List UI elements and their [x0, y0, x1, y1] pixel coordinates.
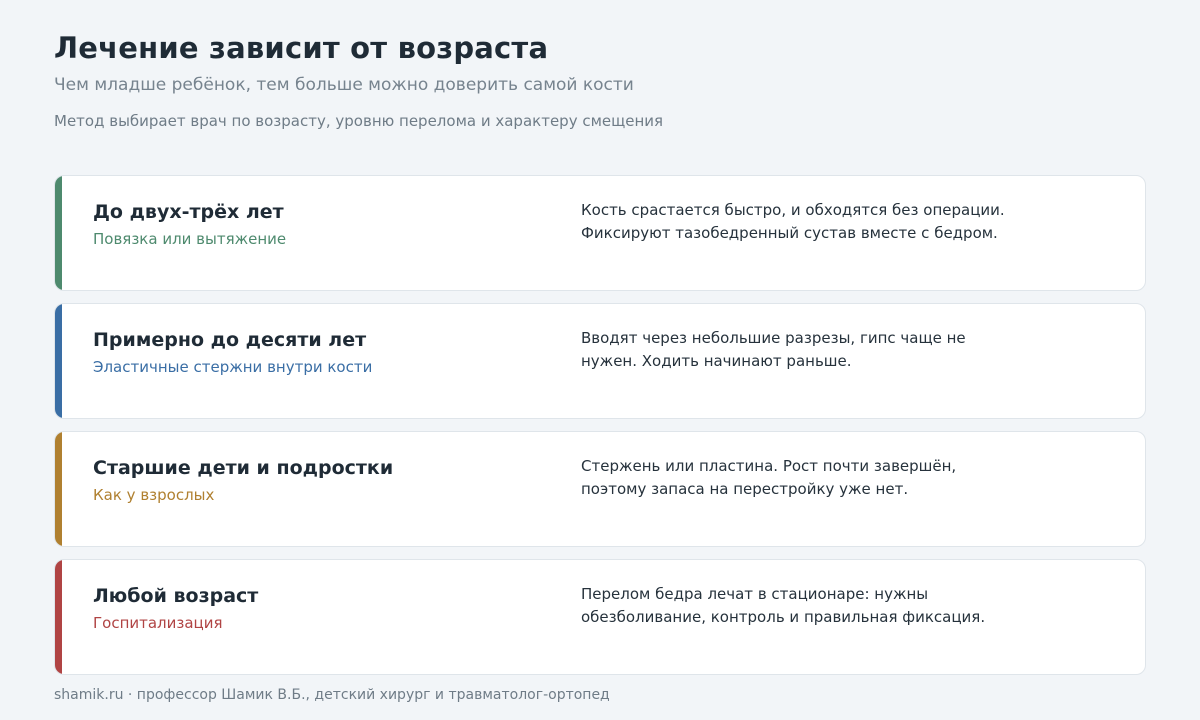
- card-description: Кость срастается быстро, и обходятся без…: [581, 201, 1005, 242]
- card-accent-bar: [55, 560, 62, 674]
- card-description: Стержень или пластина. Рост почти заверш…: [581, 457, 957, 498]
- card-description: Вводят через небольшие разрезы, гипс чащ…: [581, 329, 966, 370]
- card-accent-bar: [55, 176, 62, 290]
- age-cards-list: До двух-трёх лет Повязка или вытяжение К…: [54, 175, 1146, 687]
- card-method: Повязка или вытяжение: [93, 230, 287, 248]
- page-subtitle: Чем младше ребёнок, тем больше можно дов…: [54, 75, 634, 95]
- card-accent-bar: [55, 432, 62, 546]
- card-method: Как у взрослых: [93, 486, 215, 504]
- card-method: Эластичные стержни внутри кости: [93, 358, 373, 376]
- age-card-any: Любой возраст Госпитализация Перелом бед…: [54, 559, 1146, 675]
- age-card-teen: Старшие дети и подростки Как у взрослых …: [54, 431, 1146, 547]
- page-note: Метод выбирает врач по возрасту, уровню …: [54, 112, 664, 130]
- card-description: Перелом бедра лечат в стационаре: нужны …: [581, 585, 986, 626]
- card-method: Госпитализация: [93, 614, 223, 632]
- card-age-heading: До двух-трёх лет: [93, 201, 284, 223]
- card-accent-bar: [55, 304, 62, 418]
- card-left-column: Старшие дети и подростки Как у взрослых: [93, 456, 563, 505]
- age-card-child: Примерно до десяти лет Эластичные стержн…: [54, 303, 1146, 419]
- page-header: Лечение зависит от возраста Чем младше р…: [54, 30, 1146, 131]
- footer-credit: shamik.ru · профессор Шамик В.Б., детски…: [54, 687, 610, 703]
- card-age-heading: Примерно до десяти лет: [93, 329, 367, 351]
- card-left-column: До двух-трёх лет Повязка или вытяжение: [93, 200, 563, 249]
- card-left-column: Примерно до десяти лет Эластичные стержн…: [93, 328, 563, 377]
- card-left-column: Любой возраст Госпитализация: [93, 584, 563, 633]
- age-card-infant: До двух-трёх лет Повязка или вытяжение К…: [54, 175, 1146, 291]
- card-age-heading: Старшие дети и подростки: [93, 457, 394, 479]
- page-title: Лечение зависит от возраста: [54, 31, 549, 65]
- card-age-heading: Любой возраст: [93, 585, 259, 607]
